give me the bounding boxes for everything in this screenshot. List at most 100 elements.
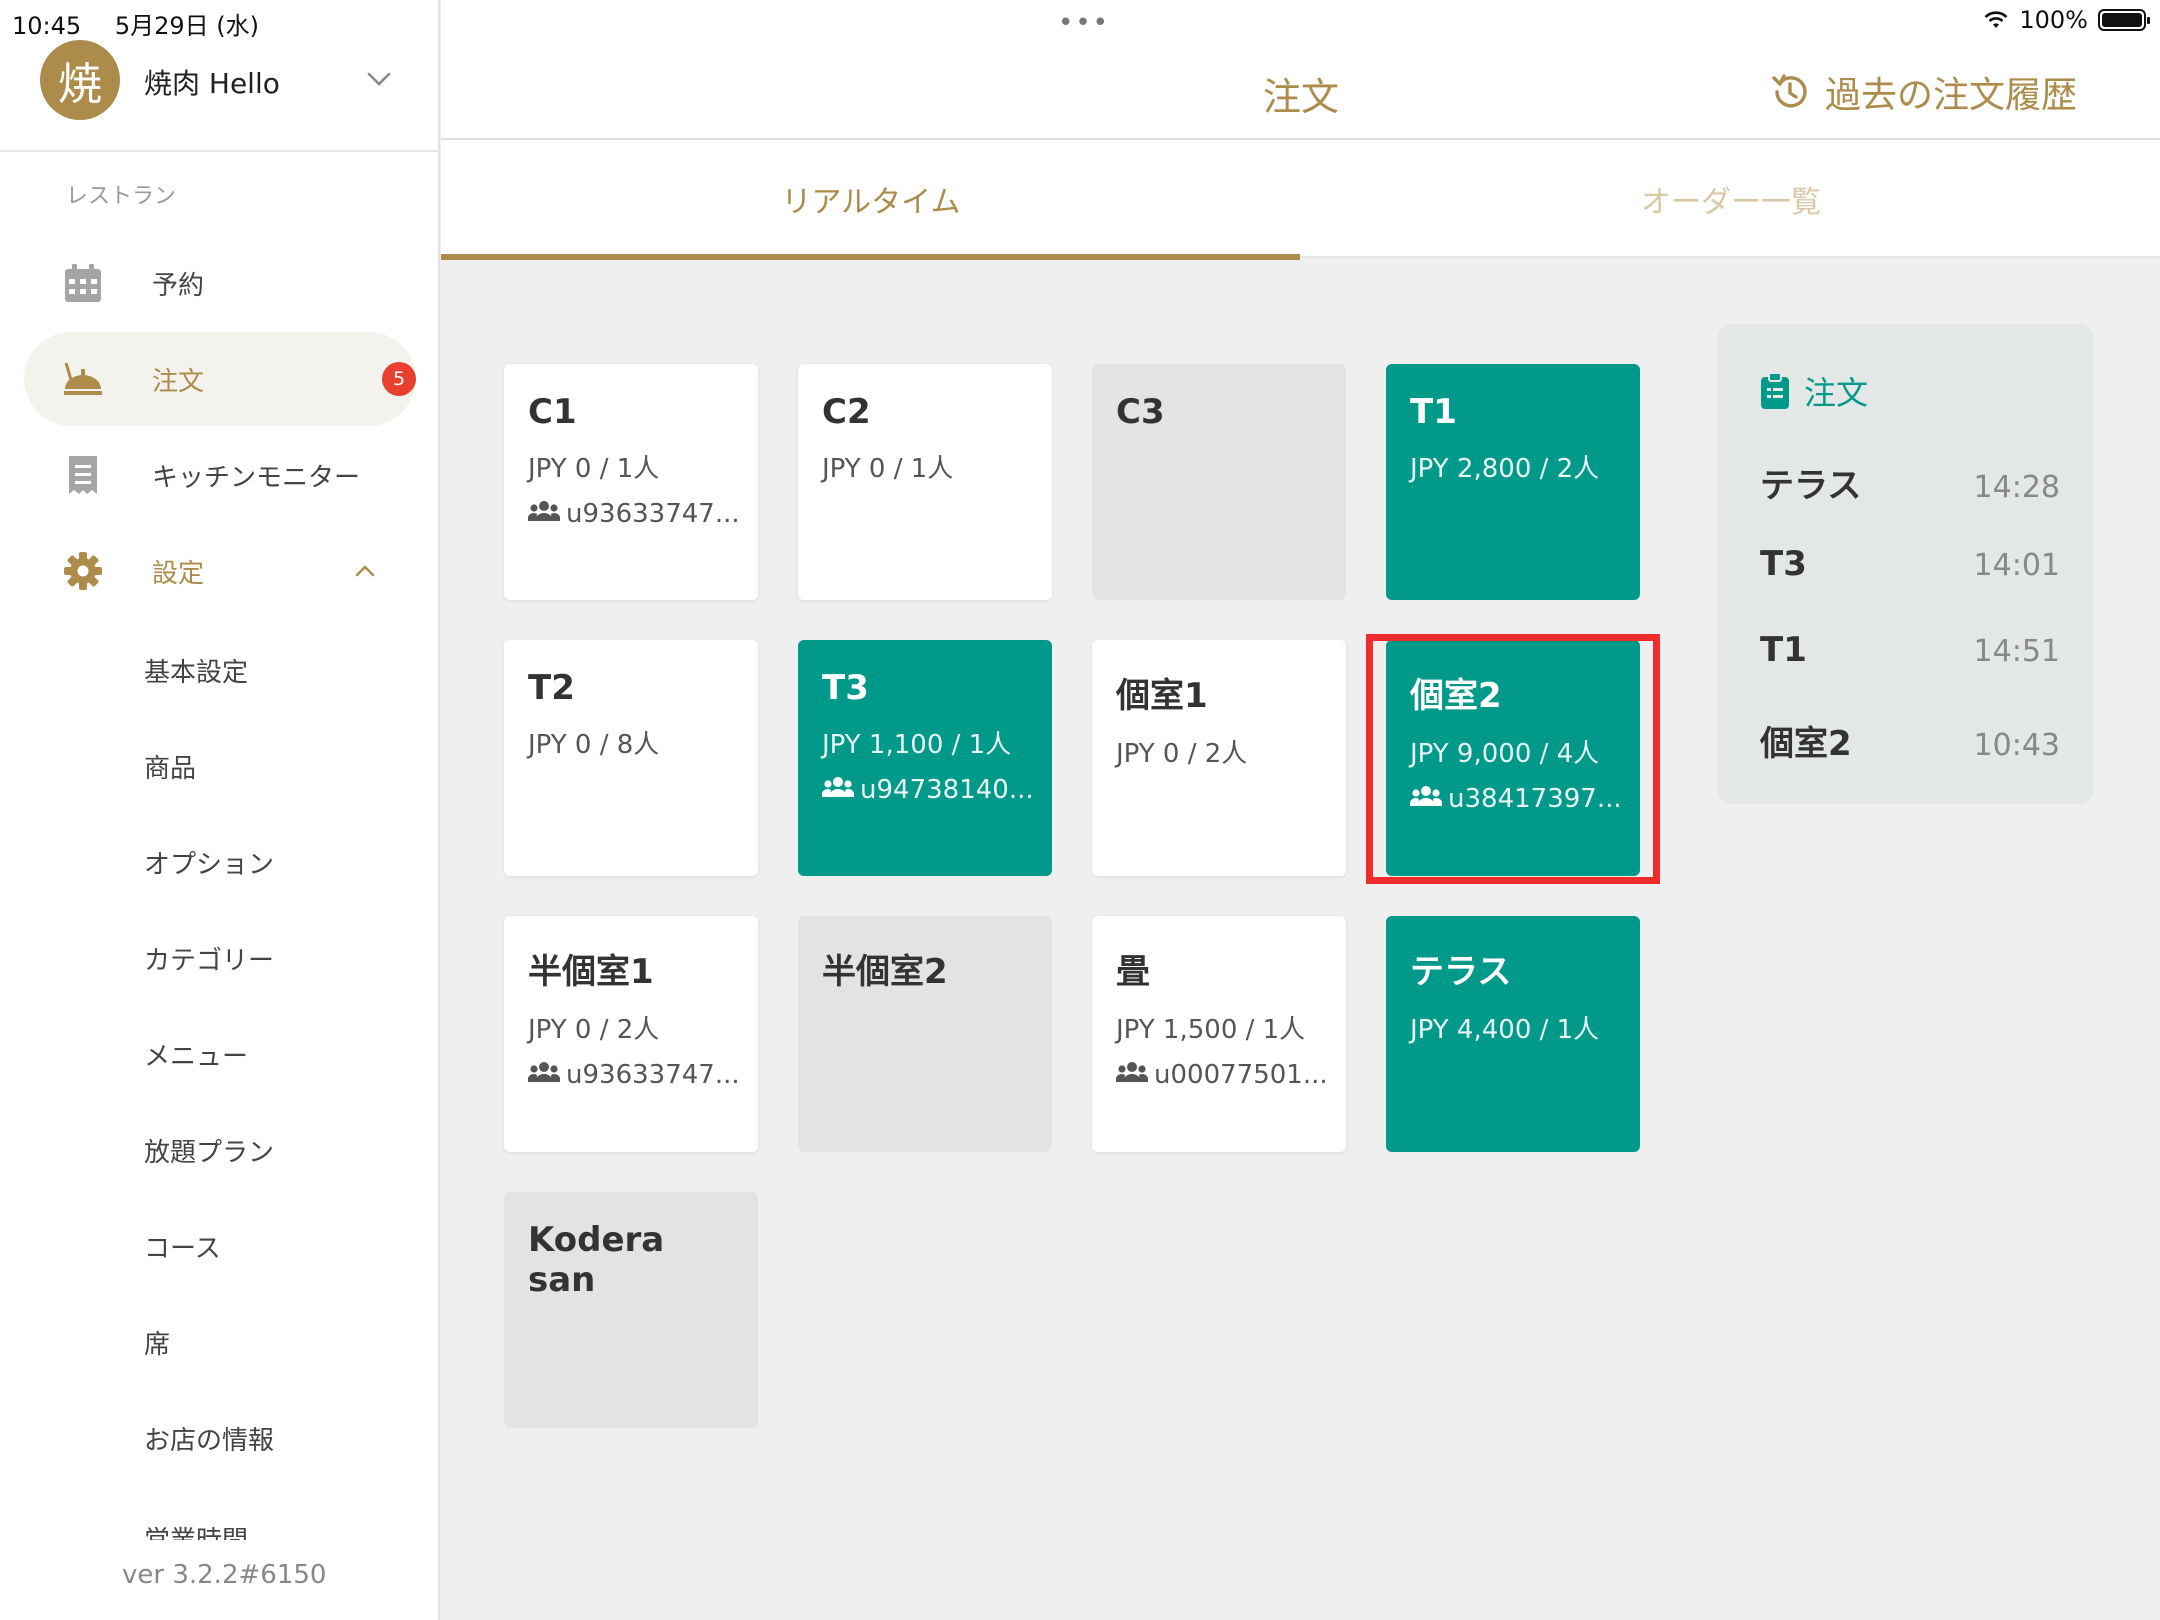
sidebar-subitem-all-you-can-plans[interactable]: 放題プラン [144,1132,274,1169]
sidebar-item-orders[interactable]: 注文 5 [24,332,416,426]
table-amount: JPY 0 / 2人 [1116,739,1248,769]
page-title: 注文 [1263,75,1340,119]
table-name: T3 [822,668,869,708]
order-time: 14:28 [1973,470,2060,505]
table-card[interactable]: Kodera san [504,1192,758,1428]
order-row[interactable]: 個室2 10:43 [1760,716,2060,765]
history-icon [1772,74,1807,108]
table-user: u94738140... [821,775,1034,805]
order-time: 10:43 [1973,728,2060,763]
table-name: テラス [1410,952,1512,992]
selected-table-highlight [1366,634,1660,884]
table-user: u00077501... [1115,1060,1328,1090]
table-name: Kodera san [528,1220,665,1300]
food-tray-icon [62,358,104,400]
sidebar-item-label: 注文 [152,366,205,397]
order-time: 14:01 [1973,548,2060,583]
table-name: C1 [528,392,577,432]
table-card[interactable]: 個室1 JPY 0 / 2人 [1092,640,1346,876]
table-card[interactable]: 半個室2 [798,916,1052,1152]
table-name: 半個室2 [822,952,948,992]
sidebar-subitem-seats[interactable]: 席 [144,1324,170,1361]
recent-orders-panel: 注文 テラス 14:28 T3 14:01 T1 14:51 個室2 10:43 [1718,324,2094,804]
app-version: ver 3.2.2#6150 [122,1560,327,1590]
users-icon [527,499,561,529]
table-user: u93633747... [527,499,740,529]
table-card[interactable]: 畳 JPY 1,500 / 1人 u00077501... [1092,916,1346,1152]
sidebar-item-settings[interactable]: 設定 [24,524,416,618]
table-amount: JPY 1,100 / 1人 [822,730,1012,760]
table-amount: JPY 0 / 1人 [822,454,954,484]
table-card[interactable]: T3 JPY 1,100 / 1人 u94738140... [798,640,1052,876]
order-table-name: 個室2 [1760,724,1852,764]
table-amount: JPY 2,800 / 2人 [1410,454,1600,484]
gear-icon [62,550,104,592]
sidebar-item-kitchen-monitor[interactable]: キッチンモニター [24,428,416,522]
table-amount: JPY 0 / 2人 [528,1015,660,1045]
table-name: 半個室1 [528,952,654,992]
table-user-id: u93633747... [566,1060,740,1090]
table-card[interactable]: C3 [1092,364,1346,600]
sidebar-subitem-products[interactable]: 商品 [144,748,196,785]
sidebar-item-label: キッチンモニター [152,462,361,493]
status-date: 5月29日 (水) [114,12,259,40]
order-row[interactable]: T1 14:51 [1760,630,2060,670]
sidebar-subitem-business-hours[interactable]: 営業時間 [144,1520,248,1540]
view-tabs: リアルタイム オーダー一覧 [441,140,2160,260]
avatar: 焼 [40,40,120,120]
multitasking-dots[interactable]: ••• [1058,8,1110,38]
tab-label: オーダー一覧 [1641,185,1821,220]
order-table-name: T3 [1760,544,1807,584]
table-name: 畳 [1116,952,1150,992]
table-card[interactable]: C2 JPY 0 / 1人 [798,364,1052,600]
status-bar-right: 100% [1983,6,2150,34]
order-row[interactable]: テラス 14:28 [1760,458,2060,507]
battery-icon [2098,9,2150,31]
calendar-icon [62,262,104,304]
table-amount: JPY 4,400 / 1人 [1410,1015,1600,1045]
table-card[interactable]: テラス JPY 4,400 / 1人 [1386,916,1640,1152]
tab-realtime[interactable]: リアルタイム [441,140,1301,260]
status-bar-left: 10:45 5月29日 (水) [12,6,285,41]
chevron-down-icon[interactable] [366,66,392,92]
top-header: 注文 過去の注文履歴 [441,0,2160,140]
table-name: T1 [1410,392,1457,432]
chevron-up-icon[interactable] [354,560,376,582]
sidebar-subitem-store-info[interactable]: お店の情報 [144,1420,274,1457]
sidebar-subitem-options[interactable]: オプション [144,844,274,881]
section-label-restaurant: レストラン [66,184,177,209]
sidebar-subitem-menu[interactable]: メニュー [144,1036,248,1073]
table-user-id: u00077501... [1154,1060,1328,1090]
table-card[interactable]: C1 JPY 0 / 1人 u93633747... [504,364,758,600]
order-table-name: テラス [1760,466,1862,506]
table-amount: JPY 1,500 / 1人 [1116,1015,1306,1045]
table-name: T2 [528,668,575,708]
account-name: 焼肉 Hello [144,67,280,100]
table-card[interactable]: T2 JPY 0 / 8人 [504,640,758,876]
tab-order-list[interactable]: オーダー一覧 [1301,140,2160,258]
table-card[interactable]: T1 JPY 2,800 / 2人 [1386,364,1640,600]
users-icon [821,775,855,805]
table-card[interactable]: 半個室1 JPY 0 / 2人 u93633747... [504,916,758,1152]
sidebar-item-reservations[interactable]: 予約 [24,236,416,330]
sidebar-subitem-basic-settings[interactable]: 基本設定 [144,652,248,689]
orders-panel-title: 注文 [1804,374,1869,412]
orders-panel-header: 注文 [1760,368,1868,414]
clipboard-icon [1761,372,1789,409]
status-time: 10:45 [12,12,82,40]
users-icon [527,1060,561,1090]
sidebar-item-label: 予約 [152,270,205,301]
table-user: u93633747... [527,1060,740,1090]
sidebar-subitem-categories[interactable]: カテゴリー [144,940,274,977]
order-table-name: T1 [1760,630,1807,670]
receipt-icon [62,454,104,496]
table-user-id: u94738140... [860,775,1034,805]
order-row[interactable]: T3 14:01 [1760,544,2060,584]
table-amount: JPY 0 / 8人 [528,730,660,760]
order-history-button[interactable]: 過去の注文履歴 [1769,66,2077,118]
table-name: C3 [1116,392,1165,432]
active-tab-indicator [441,254,1300,260]
sidebar-subitem-courses[interactable]: コース [144,1228,221,1265]
table-user-id: u93633747... [566,499,740,529]
order-history-label: 過去の注文履歴 [1825,75,2078,116]
